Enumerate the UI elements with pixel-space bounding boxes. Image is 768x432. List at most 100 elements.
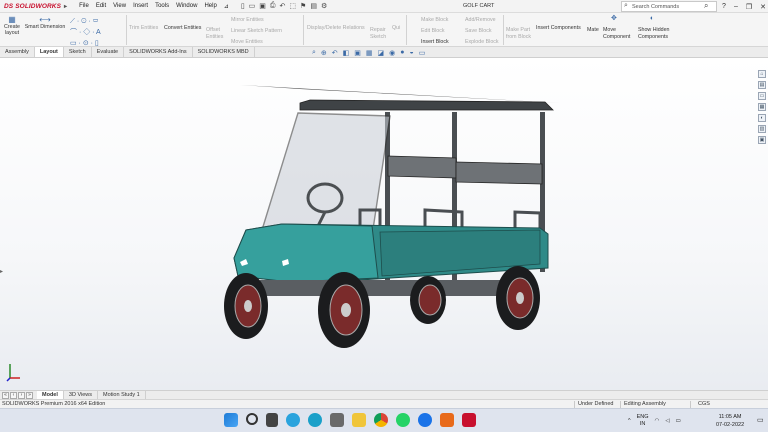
file-properties-icon[interactable]: ▤: [310, 2, 317, 10]
whatsapp-icon[interactable]: [396, 413, 410, 427]
windows-start-icon[interactable]: [224, 413, 238, 427]
explode-block-button[interactable]: Explode Block: [465, 39, 499, 46]
previous-tab-icon[interactable]: ‹: [10, 391, 17, 399]
menu-edit[interactable]: Edit: [96, 3, 106, 10]
golf-cart-model[interactable]: [0, 58, 768, 390]
chrome-icon[interactable]: [374, 413, 388, 427]
zoom-to-area-icon[interactable]: ⊕: [321, 49, 327, 57]
menu-help[interactable]: Help: [204, 3, 216, 10]
mate-button[interactable]: Mate: [587, 27, 599, 34]
show-hidden-icons-icon[interactable]: ^: [628, 418, 631, 424]
design-library-icon[interactable]: ▤: [758, 81, 766, 89]
offset-entities-button[interactable]: Offset Entities: [206, 27, 228, 40]
insert-components-button[interactable]: Insert Components: [536, 25, 581, 32]
add-remove-button[interactable]: Add/Remove: [465, 17, 496, 24]
save-icon[interactable]: ▣: [259, 2, 266, 10]
maps-icon[interactable]: [418, 413, 432, 427]
rebuild-icon[interactable]: ⚑: [300, 2, 306, 10]
telegram-icon[interactable]: [286, 413, 300, 427]
make-part-from-block-button[interactable]: Make Part from Block: [506, 27, 534, 40]
restore-icon[interactable]: ❐: [746, 3, 752, 11]
edit-block-button[interactable]: Edit Block: [421, 28, 445, 35]
previous-view-icon[interactable]: ↶: [332, 49, 338, 57]
display-delete-relations-button[interactable]: Display/Delete Relations: [307, 25, 365, 32]
make-block-button[interactable]: Make Block: [421, 17, 448, 24]
logo-menu-arrow-icon[interactable]: ▸: [64, 3, 67, 10]
solidworks-logo[interactable]: DS SOLIDWORKS ▸: [0, 0, 75, 13]
insert-block-button[interactable]: Insert Block: [421, 39, 449, 46]
help-icon[interactable]: ?: [722, 3, 726, 10]
view-palette-icon[interactable]: ▦: [758, 103, 766, 111]
tab-assembly[interactable]: Assembly: [0, 47, 35, 57]
tab-solidworks-add-ins[interactable]: SOLIDWORKS Add-Ins: [124, 47, 193, 57]
dynamic-annotation-icon[interactable]: ▣: [354, 49, 361, 57]
new-document-icon[interactable]: ▯: [241, 2, 245, 10]
settings-icon[interactable]: [330, 413, 344, 427]
linear-sketch-pattern-button[interactable]: Linear Sketch Pattern: [231, 28, 282, 35]
unit-system-button[interactable]: CGS: [698, 401, 710, 407]
tab-evaluate[interactable]: Evaluate: [92, 47, 125, 57]
save-block-button[interactable]: Save Block: [465, 28, 492, 35]
line-icon[interactable]: ⟋ · ⊙ · ▭: [70, 16, 101, 27]
show-hidden-components-button[interactable]: ◐ Show Hidden Components: [638, 15, 674, 40]
open-icon[interactable]: ▭: [249, 2, 256, 10]
move-entities-button[interactable]: Move Entities: [231, 39, 263, 46]
search-commands-input[interactable]: ⌕ Search Commands: [621, 1, 717, 12]
select-icon[interactable]: ⬚: [289, 2, 296, 10]
view-settings-icon[interactable]: ▭: [419, 49, 426, 57]
solidworks-taskbar-icon[interactable]: [462, 413, 476, 427]
edge-icon[interactable]: [308, 413, 322, 427]
feature-tree-toggle-icon[interactable]: ▸: [0, 268, 3, 275]
options-icon[interactable]: ⚙: [321, 2, 327, 10]
undo-icon[interactable]: ↶: [280, 2, 286, 10]
menu-insert[interactable]: Insert: [133, 3, 148, 10]
smart-dimension-button[interactable]: ⟷ Smart Dimension: [24, 16, 66, 30]
search-icon[interactable]: [246, 413, 258, 425]
apply-scene-icon[interactable]: ◒: [410, 49, 414, 57]
menu-file[interactable]: File: [79, 3, 89, 10]
solidworks-resources-icon[interactable]: ⌂: [758, 70, 766, 78]
quick-snaps-button[interactable]: Qui: [392, 25, 400, 32]
convert-entities-button[interactable]: Convert Entities: [164, 25, 201, 32]
task-view-icon[interactable]: [266, 413, 278, 427]
menu-view[interactable]: View: [113, 3, 126, 10]
tab-sketch[interactable]: Sketch: [64, 47, 92, 57]
graphics-area[interactable]: ▸: [0, 58, 768, 390]
custom-properties-icon[interactable]: ▥: [758, 125, 766, 133]
last-tab-icon[interactable]: »: [26, 391, 33, 399]
volume-icon[interactable]: ◁: [665, 418, 669, 424]
battery-icon[interactable]: ▭: [676, 418, 681, 424]
arc-icon[interactable]: ⌒ · ◇ · A: [70, 27, 101, 38]
file-explorer-icon[interactable]: ▭: [758, 92, 766, 100]
move-component-button[interactable]: ✥ Move Component: [603, 15, 633, 40]
menu-window[interactable]: Window: [176, 3, 197, 10]
display-style-icon[interactable]: ◪: [378, 49, 385, 57]
notifications-icon[interactable]: ▭: [757, 416, 764, 424]
minimize-icon[interactable]: –: [734, 3, 738, 10]
input-language[interactable]: ENG IN: [637, 414, 649, 427]
tab-layout[interactable]: Layout: [34, 47, 64, 57]
tab-solidworks-mbd[interactable]: SOLIDWORKS MBD: [193, 47, 255, 57]
menu-tools[interactable]: Tools: [155, 3, 169, 10]
appearances-icon[interactable]: ◐: [758, 114, 766, 122]
view-orientation-icon[interactable]: ▦: [366, 49, 373, 57]
forum-icon[interactable]: ▣: [758, 136, 766, 144]
next-tab-icon[interactable]: ›: [18, 391, 25, 399]
wifi-icon[interactable]: ◠: [655, 418, 660, 424]
repair-sketch-button[interactable]: Repair Sketch: [370, 27, 388, 40]
pin-icon[interactable]: ⊿: [224, 3, 229, 10]
mirror-entities-button[interactable]: Mirror Entities: [231, 17, 264, 24]
pdf-reader-icon[interactable]: [440, 413, 454, 427]
close-icon[interactable]: ✕: [760, 3, 766, 11]
hide-show-items-icon[interactable]: ◉: [389, 49, 395, 57]
trim-entities-button[interactable]: Trim Entities: [129, 25, 158, 32]
section-view-icon[interactable]: ◧: [343, 49, 350, 57]
zoom-to-fit-icon[interactable]: ⌕: [312, 49, 316, 57]
search-dropdown-icon[interactable]: ⌕: [704, 1, 708, 11]
file-explorer-icon[interactable]: [352, 413, 366, 427]
clock[interactable]: 11:05 AM 07-02-2022: [716, 413, 744, 429]
first-tab-icon[interactable]: «: [2, 391, 9, 399]
edit-appearance-icon[interactable]: ●: [400, 49, 404, 57]
print-icon[interactable]: ⎙: [270, 2, 276, 10]
create-layout-button[interactable]: ▦ Create layout: [3, 16, 21, 37]
